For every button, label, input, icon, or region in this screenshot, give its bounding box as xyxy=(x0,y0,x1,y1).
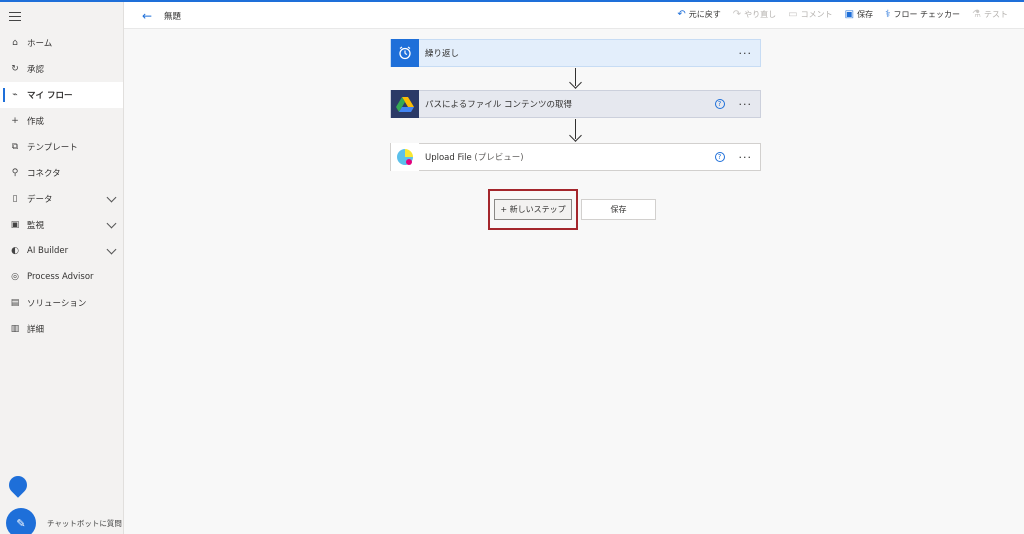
template-icon: ⧉ xyxy=(11,142,19,152)
chatbot-label: チャットボットに質問 xyxy=(47,519,122,528)
sidebar-item-label: 監視 xyxy=(27,221,45,231)
approval-icon: ↻ xyxy=(11,64,19,74)
step-title: Upload File (プレビュー) xyxy=(425,151,715,163)
flow-checker-button[interactable]: ⚕ フロー チェッカー xyxy=(885,9,960,20)
chevron-down-icon[interactable] xyxy=(106,192,117,203)
help-icon[interactable]: ? xyxy=(714,99,725,109)
sidebar-item-label: 承認 xyxy=(27,65,45,75)
sidebar-item-label: Process Advisor xyxy=(27,272,94,282)
notification-bubble-icon[interactable] xyxy=(5,472,31,498)
flow-title: 無題 xyxy=(164,12,182,22)
arrow-down-icon xyxy=(569,129,582,142)
save-toolbar-label: 保存 xyxy=(857,10,874,19)
sidebar-item-process-advisor[interactable]: ◎ Process Advisor xyxy=(0,264,123,290)
chat-icon: ✎ xyxy=(16,516,26,530)
sidebar-item-approvals[interactable]: ↻ 承認 xyxy=(0,56,123,82)
sidebar-item-label: 詳細 xyxy=(27,325,45,335)
step-title-text: Upload File xyxy=(425,153,472,163)
flask-icon: ⚗ xyxy=(972,9,981,20)
chevron-down-icon[interactable] xyxy=(106,244,117,255)
alarm-clock-icon xyxy=(391,39,419,67)
sidebar-item-label: マイ フロー xyxy=(27,91,73,101)
plus-icon: + xyxy=(11,116,19,126)
redo-button[interactable]: ↷ やり直し xyxy=(733,9,776,20)
hamburger-menu-icon[interactable] xyxy=(9,12,21,22)
undo-label: 元に戻す xyxy=(688,10,721,19)
redo-icon: ↷ xyxy=(732,9,742,20)
process-advisor-icon: ◎ xyxy=(11,272,19,282)
sidebar-item-learn[interactable]: ▥ 詳細 xyxy=(0,316,123,342)
comment-button[interactable]: ▭ コメント xyxy=(788,9,832,20)
sidebar-nav: ⌂ ホーム ↻ 承認 ⌁ マイ フロー + 作成 ⧉ テンプレート ⚲ コネクタ… xyxy=(0,30,123,342)
sidebar-item-label: ホーム xyxy=(27,39,53,49)
chatbot-button[interactable]: ✎ xyxy=(6,508,36,534)
step-title: パスによるファイル コンテンツの取得 xyxy=(425,100,572,110)
step-title-suffix: (プレビュー) xyxy=(474,153,524,163)
back-arrow-icon[interactable]: ← xyxy=(142,9,152,23)
sidebar-item-label: AI Builder xyxy=(27,246,69,256)
sidebar-item-label: コネクタ xyxy=(27,169,61,179)
chevron-down-icon[interactable] xyxy=(106,218,117,229)
sidebar-item-home[interactable]: ⌂ ホーム xyxy=(0,30,123,56)
home-icon: ⌂ xyxy=(12,38,18,48)
redo-label: やり直し xyxy=(744,10,777,19)
flow-step-recurrence[interactable]: 繰り返し ··· xyxy=(390,39,761,67)
flow-step-get-file-content[interactable]: パスによるファイル コンテンツの取得 ? ··· xyxy=(390,90,761,118)
help-icon[interactable]: ? xyxy=(714,152,725,162)
sidebar: ⌂ ホーム ↻ 承認 ⌁ マイ フロー + 作成 ⧉ テンプレート ⚲ コネクタ… xyxy=(0,2,124,534)
monitor-icon: ▣ xyxy=(10,220,20,230)
flow-step-upload-file[interactable]: Upload File (プレビュー) ? ··· xyxy=(390,143,761,171)
arrow-down-icon xyxy=(569,76,582,89)
sidebar-item-ai-builder[interactable]: ◐ AI Builder xyxy=(0,238,123,264)
undo-button[interactable]: ↶ 元に戻す xyxy=(677,9,720,20)
test-button[interactable]: ⚗ テスト xyxy=(972,9,1008,20)
connector-icon: ⚲ xyxy=(11,168,19,178)
flow-checker-label: フロー チェッカー xyxy=(893,10,961,19)
sidebar-item-create[interactable]: + 作成 xyxy=(0,108,123,134)
sidebar-item-monitor[interactable]: ▣ 監視 xyxy=(0,212,123,238)
database-icon: ▯ xyxy=(12,194,18,204)
flow-canvas: 繰り返し ··· パスによるファイル コンテンツの取得 ? ··· Upload… xyxy=(124,30,1024,534)
solution-icon: ▤ xyxy=(10,298,20,308)
undo-icon: ↶ xyxy=(677,9,686,20)
sidebar-item-my-flows[interactable]: ⌁ マイ フロー xyxy=(0,82,123,108)
sidebar-item-solutions[interactable]: ▤ ソリューション xyxy=(0,290,123,316)
more-options-icon[interactable]: ··· xyxy=(739,47,753,60)
book-icon: ▥ xyxy=(10,324,20,334)
more-options-icon[interactable]: ··· xyxy=(739,98,753,111)
test-label: テスト xyxy=(984,10,1008,19)
save-icon: ▣ xyxy=(844,9,855,20)
flow-icon: ⌁ xyxy=(12,90,18,100)
sidebar-item-label: 作成 xyxy=(27,117,45,127)
sidebar-item-label: テンプレート xyxy=(27,143,78,153)
sidebar-item-connectors[interactable]: ⚲ コネクタ xyxy=(0,160,123,186)
ai-builder-icon: ◐ xyxy=(11,246,19,256)
new-step-button[interactable]: + 新しいステップ xyxy=(494,199,572,220)
comment-icon: ▭ xyxy=(788,9,798,20)
sidebar-item-label: ソリューション xyxy=(27,299,87,309)
sidebar-item-templates[interactable]: ⧉ テンプレート xyxy=(0,134,123,160)
more-options-icon[interactable]: ··· xyxy=(739,151,753,164)
save-toolbar-button[interactable]: ▣ 保存 xyxy=(845,9,873,20)
comment-label: コメント xyxy=(800,10,833,19)
upload-service-icon xyxy=(391,143,419,171)
stethoscope-icon: ⚕ xyxy=(885,9,891,20)
sidebar-item-label: データ xyxy=(27,195,53,205)
step-title: 繰り返し xyxy=(425,49,460,59)
google-drive-icon xyxy=(391,90,419,118)
toolbar-actions: ↶ 元に戻す ↷ やり直し ▭ コメント ▣ 保存 ⚕ フロー チェッカー ⚗ … xyxy=(677,9,1008,20)
save-button[interactable]: 保存 xyxy=(581,199,656,220)
top-bar: ← 無題 ↶ 元に戻す ↷ やり直し ▭ コメント ▣ 保存 ⚕ フロー チェッ… xyxy=(124,2,1024,29)
sidebar-item-data[interactable]: ▯ データ xyxy=(0,186,123,212)
